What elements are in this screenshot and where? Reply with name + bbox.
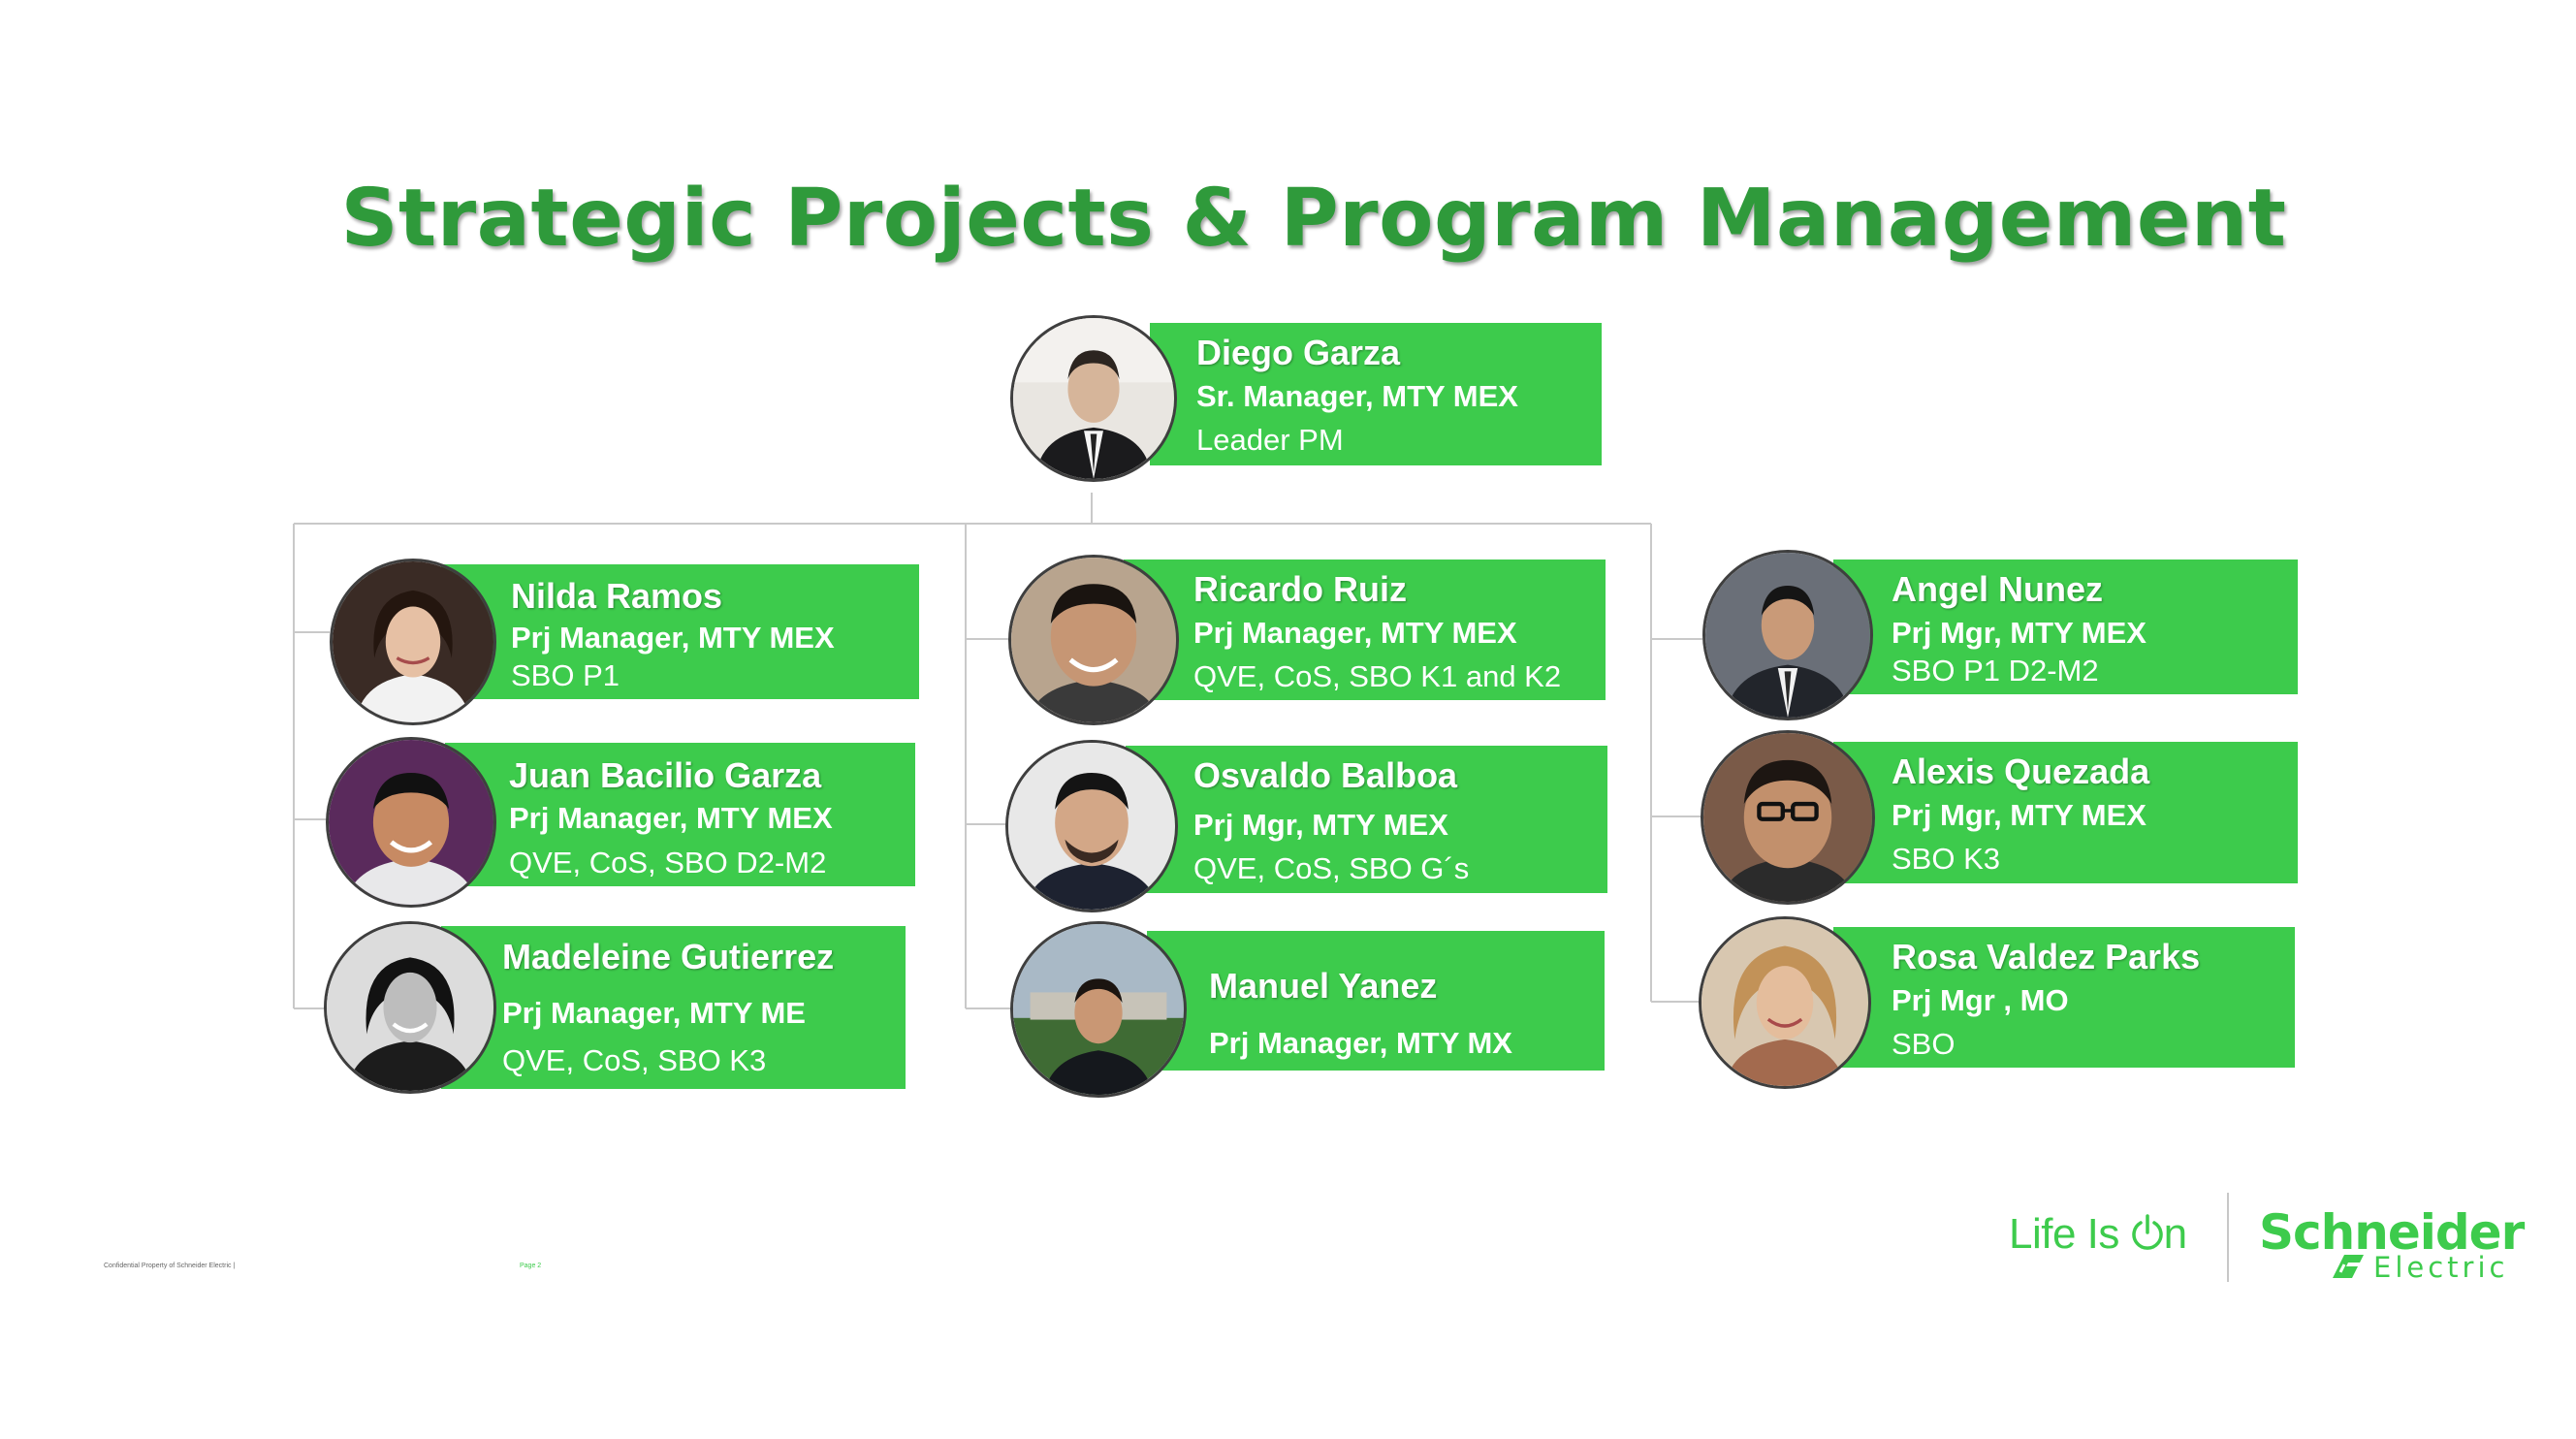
person-role: Sr. Manager, MTY MEX xyxy=(1196,379,1518,413)
person-name: Madeleine Gutierrez xyxy=(502,937,835,976)
card-box: Juan Bacilio Garza Prj Manager, MTY MEX … xyxy=(445,743,915,886)
person-role: Prj Manager, MTY MX xyxy=(1209,1026,1512,1060)
person-role: Prj Manager, MTY MEX xyxy=(511,621,835,655)
person-role: Prj Mgr, MTY MEX xyxy=(1193,808,1448,842)
person-scope: Leader PM xyxy=(1196,423,1344,457)
person-scope: SBO P1 xyxy=(511,658,620,692)
avatar xyxy=(1010,315,1177,482)
person-role: Prj Manager, MTY MEX xyxy=(509,801,833,835)
person-scope: QVE, CoS, SBO G´s xyxy=(1193,851,1470,885)
avatar xyxy=(1701,730,1875,905)
person-role: Prj Mgr, MTY MEX xyxy=(1892,616,2147,650)
schneider-logo-icon xyxy=(2333,1255,2364,1278)
card-box: Manuel Yanez Prj Manager, MTY MX xyxy=(1147,931,1605,1071)
life-is-on-tagline: Life Is n xyxy=(2009,1210,2187,1259)
avatar xyxy=(326,737,496,908)
person-scope: SBO K3 xyxy=(1892,842,2000,876)
person-role: Prj Mgr, MTY MEX xyxy=(1892,798,2147,832)
person-name: Nilda Ramos xyxy=(511,576,723,616)
brand-subname: Electric xyxy=(2373,1251,2509,1284)
card-box: Angel Nunez Prj Mgr, MTY MEX SBO P1 D2-M… xyxy=(1833,560,2298,694)
tagline-text-start: Life Is xyxy=(2009,1210,2131,1258)
person-role: Prj Mgr , MO xyxy=(1892,983,2069,1017)
avatar xyxy=(1010,921,1187,1098)
person-scope: QVE, CoS, SBO K1 and K2 xyxy=(1193,659,1562,693)
card-box: Ricardo Ruiz Prj Manager, MTY MEX QVE, C… xyxy=(1124,560,1606,700)
person-name: Osvaldo Balboa xyxy=(1193,755,1458,795)
page-number: Page 2 xyxy=(520,1263,542,1269)
avatar xyxy=(1008,555,1179,725)
card-box: Osvaldo Balboa Prj Mgr, MTY MEX QVE, CoS… xyxy=(1126,746,1607,893)
avatar xyxy=(330,559,496,725)
person-scope: SBO xyxy=(1892,1027,1956,1061)
person-name: Juan Bacilio Garza xyxy=(509,755,822,795)
person-scope: SBO P1 D2-M2 xyxy=(1892,654,2099,688)
card-box: Rosa Valdez Parks Prj Mgr , MO SBO xyxy=(1833,927,2295,1068)
person-scope: QVE, CoS, SBO K3 xyxy=(502,1043,767,1077)
avatar xyxy=(324,921,496,1094)
person-name: Diego Garza xyxy=(1196,333,1401,372)
tagline-text-end: n xyxy=(2163,1210,2187,1258)
card-box: Madeleine Gutierrez Prj Manager, MTY ME … xyxy=(441,926,906,1089)
avatar xyxy=(1702,550,1873,720)
person-name: Rosa Valdez Parks xyxy=(1892,937,2201,976)
person-name: Ricardo Ruiz xyxy=(1193,569,1408,609)
avatar xyxy=(1699,916,1871,1089)
avatar xyxy=(1005,740,1178,912)
person-scope: QVE, CoS, SBO D2-M2 xyxy=(509,846,827,879)
person-role: Prj Manager, MTY MEX xyxy=(1193,616,1517,650)
person-name: Angel Nunez xyxy=(1892,569,2104,609)
card-box: Nilda Ramos Prj Manager, MTY MEX SBO P1 xyxy=(441,564,919,699)
card-box: Diego Garza Sr. Manager, MTY MEX Leader … xyxy=(1150,323,1602,465)
footer-divider xyxy=(2227,1193,2229,1282)
person-role: Prj Manager, MTY ME xyxy=(502,996,806,1030)
power-icon xyxy=(2131,1214,2163,1250)
person-name: Manuel Yanez xyxy=(1209,966,1438,1006)
confidential-notice: Confidential Property of Schneider Elect… xyxy=(104,1263,236,1269)
person-name: Alexis Quezada xyxy=(1892,751,2150,791)
card-box: Alexis Quezada Prj Mgr, MTY MEX SBO K3 xyxy=(1833,742,2298,883)
